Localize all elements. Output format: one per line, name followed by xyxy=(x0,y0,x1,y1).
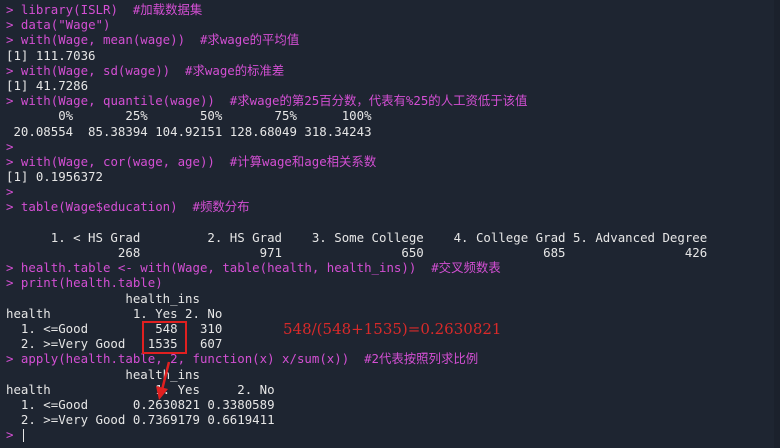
console-output: > library(ISLR) #加载数据集 > data("Wage") > wi… xyxy=(0,2,780,443)
command-line: > health.table <- with(Wage, table(healt… xyxy=(0,260,780,275)
command-text: with(Wage, cor(wage, age)) #计算wage和age相关… xyxy=(13,153,377,169)
output-text: 1. <=Good 0.2630821 0.3380589 xyxy=(6,396,275,412)
command-line: > with(Wage, quantile(wage)) #求wage的第25百… xyxy=(0,93,780,108)
output-line: 2. >=Very Good 1535 607 xyxy=(0,336,780,351)
command-text xyxy=(13,184,20,199)
output-text: 0% 25% 50% 75% 100% xyxy=(6,108,379,124)
command-line: > library(ISLR) #加载数据集 xyxy=(0,2,780,17)
output-text: 1. <=Good 548 310 xyxy=(6,320,223,336)
scrollbar[interactable] xyxy=(774,0,780,448)
output-text: [1] 41.7286 xyxy=(6,77,89,93)
output-text: [1] 111.7036 xyxy=(6,47,96,63)
command-line: > apply(health.table, 2, function(x) x/s… xyxy=(0,351,780,366)
command-text xyxy=(13,139,20,154)
command-text xyxy=(13,427,20,442)
command-line: > with(Wage, sd(wage)) #求wage的标准差 xyxy=(0,63,780,78)
command-line: > xyxy=(0,139,780,154)
command-line: > data("Wage") xyxy=(0,17,780,32)
command-text: library(ISLR) #加载数据集 xyxy=(13,2,203,17)
command-text: with(Wage, sd(wage)) #求wage的标准差 xyxy=(13,62,285,78)
command-text: with(Wage, quantile(wage)) #求wage的第25百分数… xyxy=(13,93,528,109)
text-caret xyxy=(22,429,24,443)
output-text: 1. < HS Grad 2. HS Grad 3. Some College … xyxy=(6,229,715,245)
output-line: health_ins xyxy=(0,291,780,306)
command-text: data("Wage") xyxy=(13,17,111,33)
output-line: 1. < HS Grad 2. HS Grad 3. Some College … xyxy=(0,230,780,245)
output-text: 20.08554 85.38394 104.92151 128.68049 31… xyxy=(6,123,379,139)
command-text: health.table <- with(Wage, table(health,… xyxy=(13,260,501,276)
output-line: [1] 0.1956372 xyxy=(0,169,780,184)
output-line: [1] 41.7286 xyxy=(0,78,780,93)
output-line: 1. <=Good 0.2630821 0.3380589 xyxy=(0,397,780,412)
output-line: health_ins xyxy=(0,367,780,382)
output-text: [1] 0.1956372 xyxy=(6,169,103,185)
output-line: 0% 25% 50% 75% 100% xyxy=(0,108,780,123)
output-line: 268 971 650 685 426 xyxy=(0,245,780,260)
command-line: > print(health.table) xyxy=(0,275,780,290)
output-text: health_ins xyxy=(6,290,200,306)
output-text: 268 971 650 685 426 xyxy=(6,245,715,260)
command-text: with(Wage, mean(wage)) #求wage的平均值 xyxy=(13,32,300,48)
command-line: > with(Wage, cor(wage, age)) #计算wage和age… xyxy=(0,154,780,169)
output-line: [1] 111.7036 xyxy=(0,48,780,63)
output-line: health 1. Yes 2. No xyxy=(0,382,780,397)
output-text: 2. >=Very Good 1535 607 xyxy=(6,336,223,352)
output-line: 20.08554 85.38394 104.92151 128.68049 31… xyxy=(0,124,780,139)
command-text: print(health.table) xyxy=(13,275,163,291)
command-line: > with(Wage, mean(wage)) #求wage的平均值 xyxy=(0,32,780,47)
r-console[interactable]: > library(ISLR) #加载数据集 > data("Wage") > wi… xyxy=(0,0,780,448)
formula-annotation: 548/(548+1535)=0.2630821 xyxy=(283,320,502,338)
output-text: health 1. Yes 2. No xyxy=(6,305,223,321)
output-line: 2. >=Very Good 0.7369179 0.6619411 xyxy=(0,412,780,427)
output-text: 2. >=Very Good 0.7369179 0.6619411 xyxy=(6,412,275,428)
highlight-box xyxy=(142,321,187,354)
output-line: health 1. Yes 2. No xyxy=(0,306,780,321)
command-text: table(Wage$education) #频数分布 xyxy=(13,199,250,215)
command-line: > table(Wage$education) #频数分布 xyxy=(0,199,780,214)
command-text: apply(health.table, 2, function(x) x/sum… xyxy=(13,351,479,367)
command-line: > xyxy=(0,184,780,199)
input-line[interactable]: > xyxy=(0,427,780,443)
output-text: health 1. Yes 2. No xyxy=(6,381,275,397)
red-arrow-icon xyxy=(156,361,171,400)
